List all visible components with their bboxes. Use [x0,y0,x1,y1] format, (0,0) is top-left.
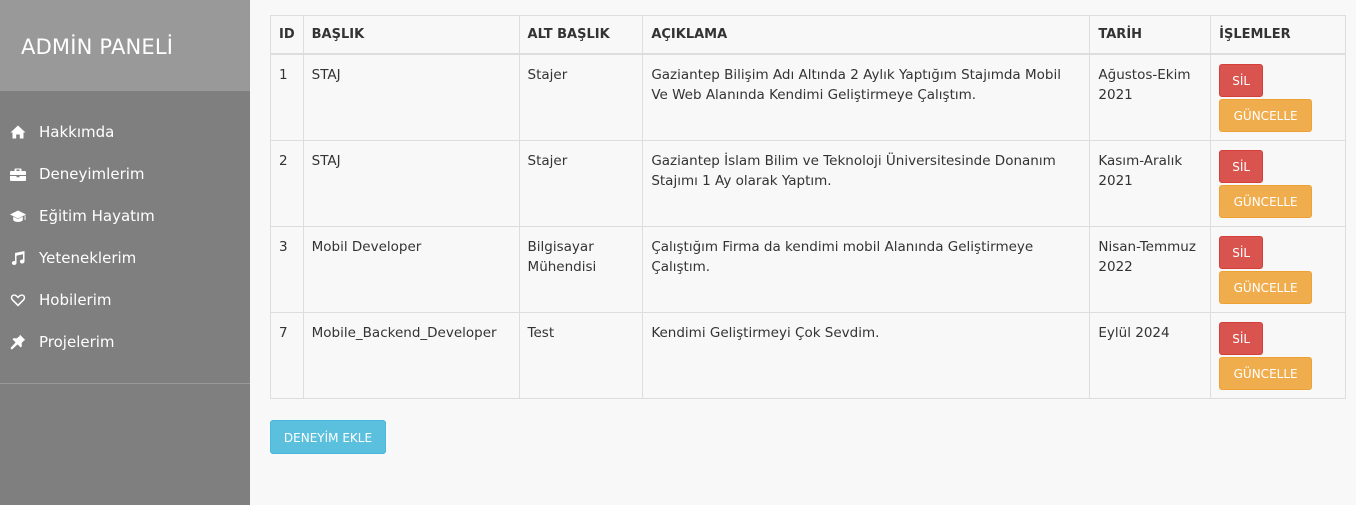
cell-id: 1 [270,53,304,141]
table-row: 2 STAJ Stajer Gaziantep İslam Bilim ve T… [270,140,1346,227]
cell-id: 7 [270,312,304,399]
table-header-row: ID BAŞLIK ALT BAŞLIK AÇIKLAMA TARİH İŞLE… [270,15,1346,55]
header-baslik: BAŞLIK [302,15,520,55]
cell-islemler: SİL GÜNCELLE [1210,226,1346,313]
sidebar-item-label: Hakkımda [39,123,115,141]
header-aciklama: AÇIKLAMA [642,15,1091,55]
cell-baslik: Mobil Developer [302,226,520,313]
sidebar-item-label: Hobilerim [39,291,112,309]
sidebar-item-yeteneklerim[interactable]: Yeteneklerim [0,237,250,279]
cell-tarih: Nisan-Temmuz 2022 [1089,226,1212,313]
sidebar-title: ADMİN PANELİ [21,35,174,59]
sidebar-item-deneyimlerim[interactable]: Deneyimlerim [0,153,250,195]
cell-tarih: Ağustos-Ekim 2021 [1089,53,1212,141]
header-islemler: İŞLEMLER [1210,15,1346,55]
cell-tarih: Eylül 2024 [1089,312,1212,399]
sidebar-nav: Hakkımda Deneyimlerim Eğitim Hayatım Yet… [0,91,250,363]
sidebar: ADMİN PANELİ Hakkımda Deneyimlerim Eğiti… [0,0,250,505]
cell-islemler: SİL GÜNCELLE [1210,53,1346,141]
sidebar-header: ADMİN PANELİ [0,0,250,91]
update-button[interactable]: GÜNCELLE [1219,185,1313,218]
sidebar-item-projelerim[interactable]: Projelerim [0,321,250,363]
graduation-cap-icon [10,208,26,224]
cell-baslik: Mobile_Backend_Developer [302,312,520,399]
main-content: ID BAŞLIK ALT BAŞLIK AÇIKLAMA TARİH İŞLE… [270,15,1346,454]
experience-table: ID BAŞLIK ALT BAŞLIK AÇIKLAMA TARİH İŞLE… [270,15,1346,399]
sidebar-divider [0,383,250,384]
update-button[interactable]: GÜNCELLE [1219,271,1313,304]
sidebar-item-label: Deneyimlerim [39,165,145,183]
delete-button[interactable]: SİL [1219,322,1264,355]
header-id: ID [270,15,304,55]
cell-id: 2 [270,140,304,227]
cell-aciklama: Kendimi Geliştirmeyi Çok Sevdim. [642,312,1091,399]
home-icon [10,124,26,140]
heart-icon [10,292,26,308]
update-button[interactable]: GÜNCELLE [1219,99,1313,132]
sidebar-item-hakkimda[interactable]: Hakkımda [0,111,250,153]
table-row: 3 Mobil Developer Bilgisayar Mühendisi Ç… [270,226,1346,313]
update-button[interactable]: GÜNCELLE [1219,357,1313,390]
cell-alt-baslik: Test [518,312,644,399]
pushpin-icon [10,334,26,350]
delete-button[interactable]: SİL [1219,64,1264,97]
cell-aciklama: Gaziantep İslam Bilim ve Teknoloji Ünive… [642,140,1091,227]
cell-alt-baslik: Bilgisayar Mühendisi [518,226,644,313]
cell-baslik: STAJ [302,53,520,141]
delete-button[interactable]: SİL [1219,150,1264,183]
cell-islemler: SİL GÜNCELLE [1210,312,1346,399]
sidebar-item-label: Eğitim Hayatım [39,207,155,225]
cell-aciklama: Gaziantep Bilişim Adı Altında 2 Aylık Ya… [642,53,1091,141]
header-alt-baslik: ALT BAŞLIK [518,15,644,55]
sidebar-item-label: Yeteneklerim [39,249,137,267]
sidebar-item-egitim-hayatim[interactable]: Eğitim Hayatım [0,195,250,237]
delete-button[interactable]: SİL [1219,236,1264,269]
cell-islemler: SİL GÜNCELLE [1210,140,1346,227]
header-tarih: TARİH [1089,15,1212,55]
sidebar-item-label: Projelerim [39,333,115,351]
table-row: 1 STAJ Stajer Gaziantep Bilişim Adı Altı… [270,53,1346,141]
briefcase-icon [10,166,26,182]
sidebar-item-hobilerim[interactable]: Hobilerim [0,279,250,321]
cell-alt-baslik: Stajer [518,140,644,227]
cell-baslik: STAJ [302,140,520,227]
cell-aciklama: Çalıştığım Firma da kendimi mobil Alanın… [642,226,1091,313]
cell-tarih: Kasım-Aralık 2021 [1089,140,1212,227]
cell-id: 3 [270,226,304,313]
add-experience-button[interactable]: DENEYİM EKLE [270,420,386,454]
table-row: 7 Mobile_Backend_Developer Test Kendimi … [270,312,1346,399]
music-icon [10,250,26,266]
cell-alt-baslik: Stajer [518,53,644,141]
